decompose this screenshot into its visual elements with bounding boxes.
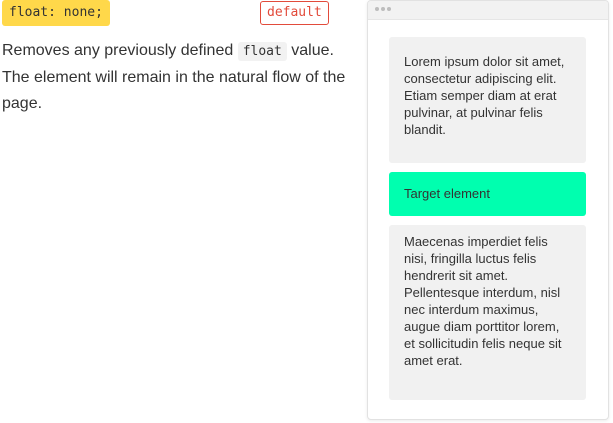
demo-text-box-top: Lorem ipsum dolor sit amet, consectetur … <box>389 37 586 163</box>
description-inline-code: float <box>237 42 287 61</box>
dot <box>375 7 379 11</box>
window-dots-icon <box>375 7 391 11</box>
property-code-chip: float: none; <box>2 0 110 26</box>
demo-preview-frame: Lorem ipsum dolor sit amet, consectetur … <box>367 0 609 420</box>
demo-text-box-bottom: Maecenas imperdiet felis nisi, fringilla… <box>389 225 586 400</box>
property-description: Removes any previously defined float val… <box>2 38 347 117</box>
dot <box>387 7 391 11</box>
default-badge: default <box>260 1 329 25</box>
description-text-before: Removes any previously defined <box>2 42 238 59</box>
demo-frame-bar <box>368 1 608 20</box>
dot <box>381 7 385 11</box>
target-element: Target element <box>389 172 586 216</box>
